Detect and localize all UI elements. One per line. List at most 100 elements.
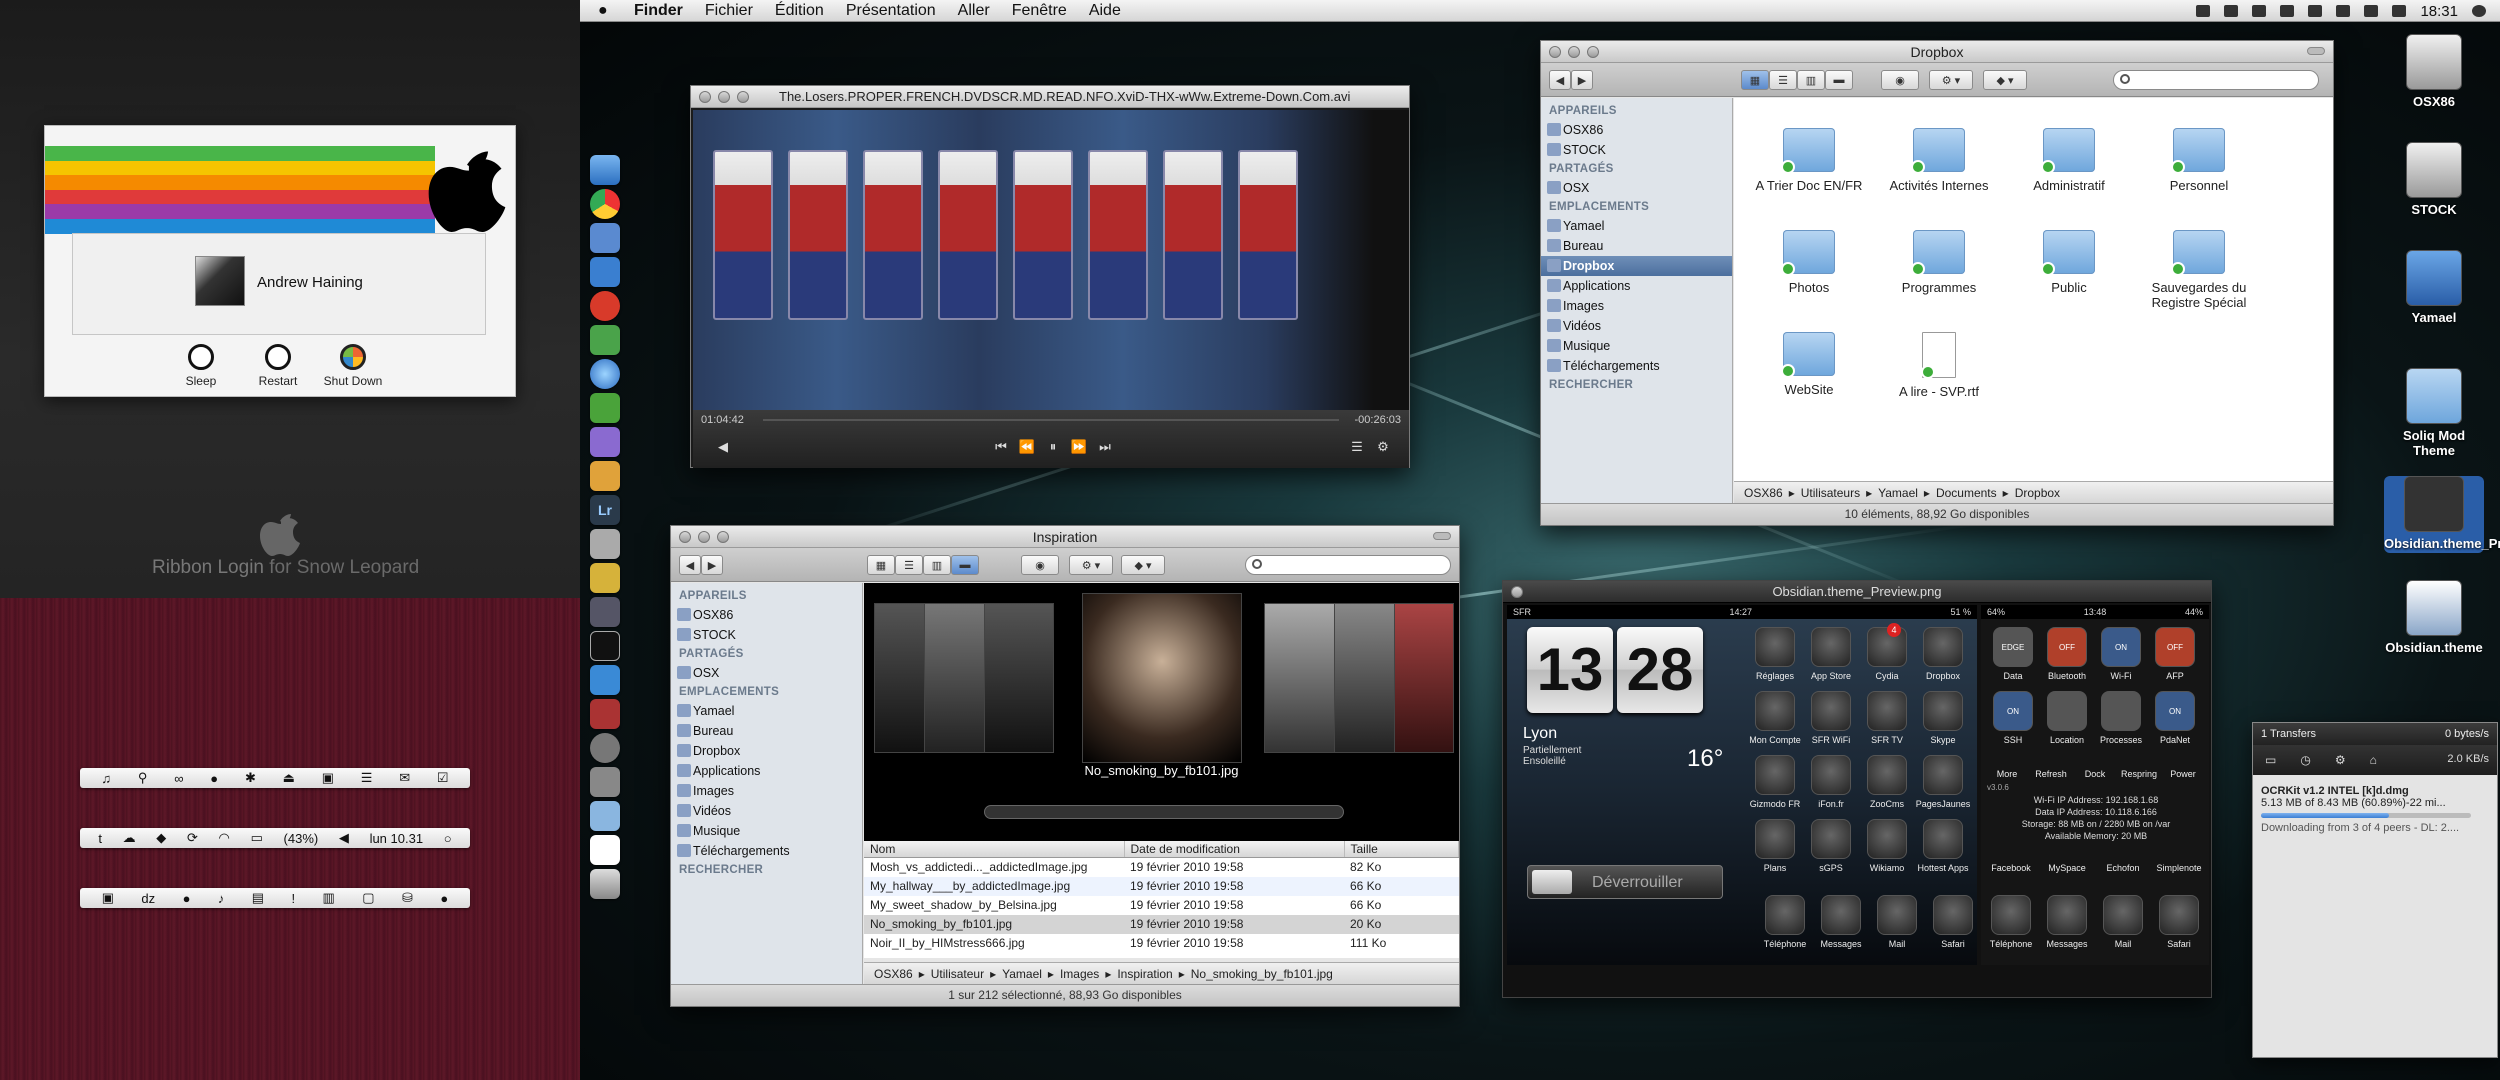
table-row[interactable]: No_smoking_by_fb101.jpg 19 février 2010 1…: [864, 914, 1459, 934]
path-segment[interactable]: OSX86: [874, 967, 913, 981]
toggle-icon[interactable]: OFF: [2047, 627, 2087, 667]
chrome-icon[interactable]: [590, 189, 620, 219]
app-icon[interactable]: [1811, 627, 1851, 667]
action-button[interactable]: Refresh: [2029, 769, 2073, 779]
forward-button[interactable]: ▶: [1571, 70, 1593, 90]
close-button[interactable]: [1511, 586, 1523, 598]
minimize-button[interactable]: [718, 91, 730, 103]
sidebar-item[interactable]: Applications: [1541, 276, 1732, 296]
table-row[interactable]: My_sweet_shadow_by_Belsina.jpg 19 février…: [864, 896, 1459, 915]
desktop-icon-osx86[interactable]: OSX86: [2384, 34, 2484, 109]
clock-icon[interactable]: ◷: [2300, 753, 2310, 767]
volume-icon[interactable]: [2364, 5, 2379, 17]
terminal-icon[interactable]: [590, 631, 620, 661]
pause-button[interactable]: ⏸: [1043, 438, 1063, 456]
zoom-button[interactable]: [737, 91, 749, 103]
apple-menu-icon[interactable]: ●: [598, 2, 620, 20]
dock-app-icon[interactable]: [1765, 895, 1805, 935]
app-icon[interactable]: [1811, 755, 1851, 795]
app-icon[interactable]: [1811, 819, 1851, 859]
drop-icon[interactable]: [590, 665, 620, 695]
sidebar-item[interactable]: Applications: [671, 761, 862, 781]
dock-app-icon[interactable]: [1933, 895, 1973, 935]
wifi-icon[interactable]: [2336, 5, 2351, 17]
home-icon[interactable]: ⌂: [2370, 753, 2377, 767]
close-button[interactable]: [679, 531, 691, 543]
app-icon[interactable]: [1755, 819, 1795, 859]
zoom-button[interactable]: [717, 531, 729, 543]
desktop-icon-yamael[interactable]: Yamael: [2384, 250, 2484, 325]
app-label[interactable]: MySpace: [2039, 863, 2095, 873]
playlist-button[interactable]: ☰: [1347, 438, 1367, 456]
zoom-button[interactable]: [1587, 46, 1599, 58]
dropbox-menu-button[interactable]: ◆ ▾: [1121, 555, 1165, 575]
sidebar-item[interactable]: Bureau: [1541, 236, 1732, 256]
folder-item[interactable]: Public: [2004, 230, 2134, 295]
dropbox-menu-button[interactable]: ◆ ▾: [1983, 70, 2027, 90]
timemachine-icon[interactable]: [2280, 5, 2295, 17]
gear-icon[interactable]: ⚙: [2335, 753, 2346, 767]
list-view-button[interactable]: ☰: [895, 555, 923, 575]
sidebar-item[interactable]: Dropbox: [671, 741, 862, 761]
path-segment[interactable]: Inspiration: [1117, 967, 1172, 981]
table-row[interactable]: Mosh_vs_addictedi..._addictedImage.jpg 19…: [864, 858, 1459, 877]
volume-icon[interactable]: ◀: [713, 438, 733, 456]
document-icon[interactable]: [590, 835, 620, 865]
app-icon[interactable]: [1755, 755, 1795, 795]
menu-presentation[interactable]: Présentation: [846, 2, 936, 20]
sidebar-item[interactable]: STOCK: [671, 625, 862, 645]
sidebar-section-header[interactable]: APPAREILS: [1541, 102, 1732, 120]
video-frame[interactable]: [693, 110, 1409, 410]
toggle-icon[interactable]: OFF: [2155, 627, 2195, 667]
column-view-button[interactable]: ▥: [923, 555, 951, 575]
finder-icon[interactable]: [590, 155, 620, 185]
dvd-icon[interactable]: [590, 767, 620, 797]
sidebar-item[interactable]: Téléchargements: [671, 841, 862, 861]
folder-item[interactable]: Activités Internes: [1874, 128, 2004, 193]
action-button[interactable]: Power: [2161, 769, 2205, 779]
sidebar-item[interactable]: Vidéos: [1541, 316, 1732, 336]
sleep-button[interactable]: Sleep: [166, 344, 236, 388]
forward-button[interactable]: ⏩: [1069, 438, 1089, 456]
path-segment[interactable]: Yamael: [1002, 967, 1042, 981]
toolbar-toggle-button[interactable]: [1433, 532, 1451, 540]
preview-icon[interactable]: [590, 223, 620, 253]
desktop-icon-obsidian-preview[interactable]: Obsidian.theme_Preview.png: [2384, 476, 2500, 553]
paint-icon[interactable]: [590, 427, 620, 457]
sidebar-item[interactable]: Musique: [671, 821, 862, 841]
quicklook-button[interactable]: ◉: [1021, 555, 1059, 575]
folder-item[interactable]: Photos: [1744, 230, 1874, 295]
path-segment[interactable]: No_smoking_by_fb101.jpg: [1191, 967, 1333, 981]
path-segment[interactable]: Dropbox: [2015, 486, 2060, 500]
path-segment[interactable]: Documents: [1936, 486, 1997, 500]
toggle-icon[interactable]: ON: [1993, 691, 2033, 731]
sidebar-item[interactable]: Bureau: [671, 721, 862, 741]
sidebar-item[interactable]: Musique: [1541, 336, 1732, 356]
app-icon[interactable]: [1923, 819, 1963, 859]
sidebar-item[interactable]: OSX: [1541, 178, 1732, 198]
sync-icon[interactable]: [2252, 5, 2267, 17]
app-label[interactable]: Echofon: [2095, 863, 2151, 873]
dock-app-icon[interactable]: [1991, 895, 2031, 935]
sidebar-item[interactable]: OSX: [671, 663, 862, 683]
table-row[interactable]: Noir_II_by_HIMstress666.jpg 19 février 20…: [864, 934, 1459, 953]
previous-button[interactable]: ⏮: [991, 438, 1011, 456]
dock-app-icon[interactable]: [2159, 895, 2199, 935]
facetime-icon[interactable]: [590, 257, 620, 287]
forward-button[interactable]: ▶: [701, 555, 723, 575]
automator-icon[interactable]: [590, 529, 620, 559]
folder-item[interactable]: WebSite: [1744, 332, 1874, 397]
column-date[interactable]: Date de modification: [1124, 841, 1345, 858]
app-icon[interactable]: [1923, 627, 1963, 667]
path-segment[interactable]: Utilisateur: [931, 967, 984, 981]
transmission-icon[interactable]: [590, 291, 620, 321]
cloud-icon[interactable]: [2224, 5, 2239, 17]
list-view-button[interactable]: ☰: [1769, 70, 1797, 90]
minimize-button[interactable]: [698, 531, 710, 543]
window-icon[interactable]: ▭: [2265, 753, 2276, 767]
sidebar-item[interactable]: OSX86: [1541, 120, 1732, 140]
close-button[interactable]: [699, 91, 711, 103]
dropbox-icon[interactable]: [2196, 5, 2211, 17]
folder-item[interactable]: Personnel: [2134, 128, 2264, 193]
app-icon[interactable]: [1867, 819, 1907, 859]
